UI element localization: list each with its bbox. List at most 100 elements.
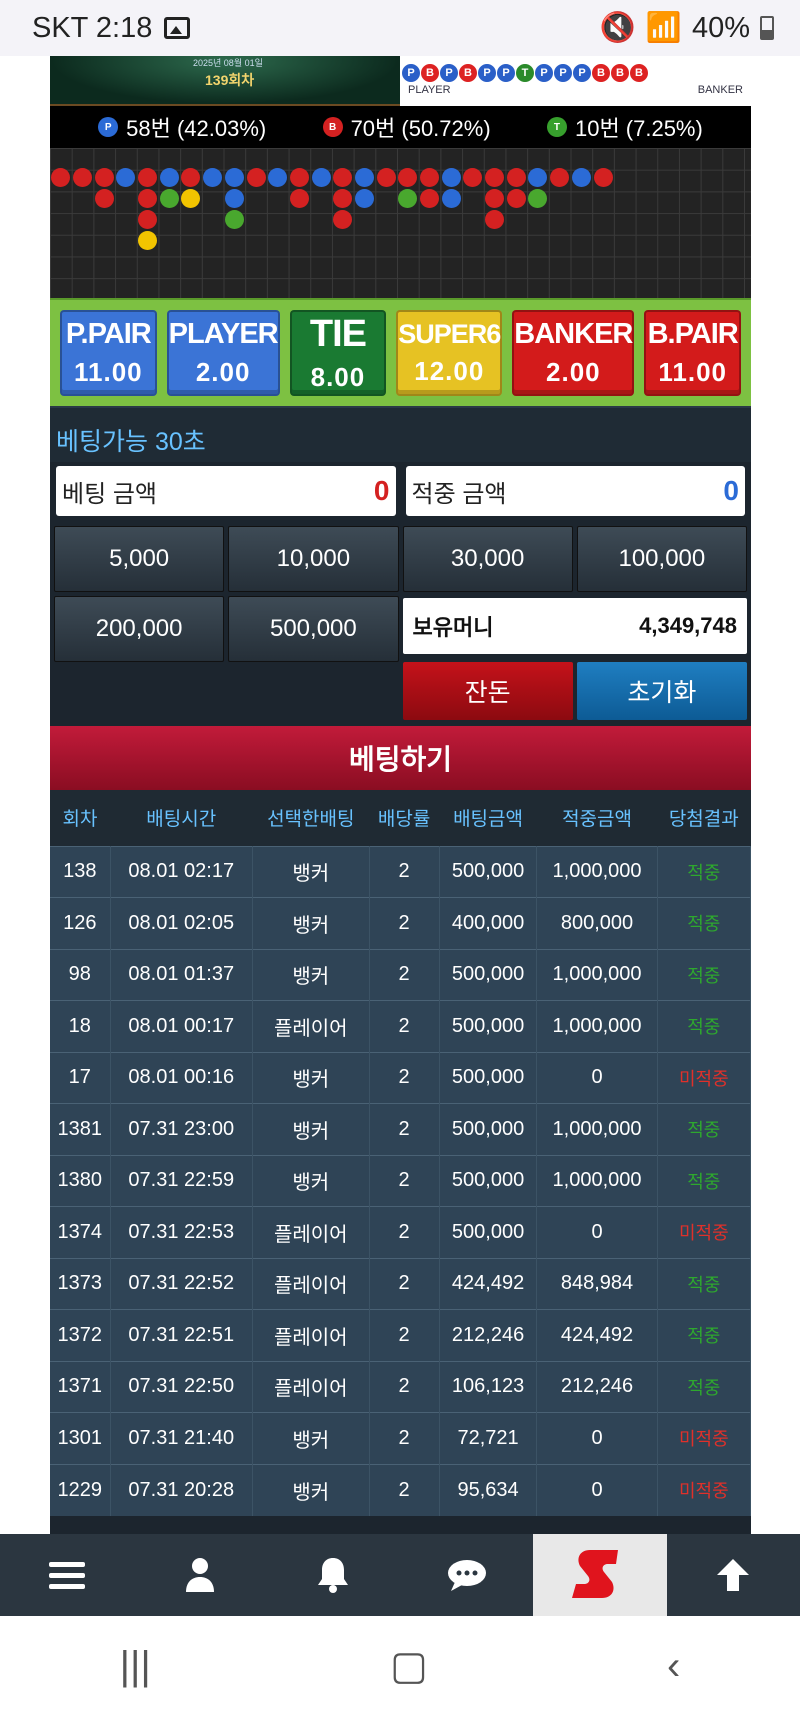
road-mark bbox=[138, 231, 158, 250]
bell-icon[interactable] bbox=[267, 1534, 400, 1616]
chip-10000-button[interactable]: 10,000 bbox=[228, 526, 399, 592]
arrow-up-icon[interactable] bbox=[667, 1534, 800, 1616]
bet-super6-button[interactable]: SUPER6 12.00 bbox=[396, 310, 503, 396]
recent-apps-icon[interactable]: ||| bbox=[120, 1644, 151, 1689]
home-icon[interactable]: ▢ bbox=[390, 1643, 428, 1689]
bead-mark: P bbox=[402, 64, 420, 82]
table-cell: 0 bbox=[536, 1051, 658, 1104]
road-mark bbox=[485, 210, 505, 229]
back-icon[interactable]: ‹ bbox=[667, 1644, 680, 1689]
table-cell: 0 bbox=[536, 1463, 658, 1516]
table-cell: 1372 bbox=[50, 1309, 111, 1361]
chat-icon[interactable] bbox=[400, 1534, 533, 1616]
road-mark bbox=[51, 168, 71, 187]
user-icon[interactable] bbox=[133, 1534, 266, 1616]
chip-100000-button[interactable]: 100,000 bbox=[576, 526, 747, 592]
balance-box: 보유머니 4,349,748 bbox=[402, 598, 747, 654]
table-cell: 95,634 bbox=[439, 1463, 538, 1516]
table-cell: 08.01 00:17 bbox=[110, 1000, 253, 1052]
balance-value: 4,349,748 bbox=[639, 613, 737, 638]
table-row: 98 08.01 01:37 뱅커 2 500,000 1,000,000 적중 bbox=[50, 948, 751, 1001]
table-cell: 500,000 bbox=[439, 1051, 538, 1104]
game-header: 2025년 08월 01일 139회차 PBPBPPTPPPBBB PLAYER… bbox=[50, 56, 751, 106]
road-mark bbox=[94, 189, 114, 208]
table-row: 1371 07.31 22:50 플레이어 2 106,123 212,246 적중 bbox=[50, 1360, 751, 1413]
balance-label: 보유머니 bbox=[412, 615, 494, 640]
road-mark bbox=[268, 168, 288, 187]
road-mark bbox=[441, 168, 461, 187]
result-cell: 미적중 bbox=[657, 1206, 751, 1258]
chip-500000-button[interactable]: 500,000 bbox=[228, 596, 399, 662]
chip-5000-button[interactable]: 5,000 bbox=[54, 526, 225, 592]
table-row: 1301 07.31 21:40 뱅커 2 72,721 0 미적중 bbox=[50, 1412, 751, 1464]
chip-200000-button[interactable]: 200,000 bbox=[54, 596, 225, 662]
road-mark bbox=[333, 168, 353, 187]
table-cell: 2 bbox=[369, 1051, 440, 1104]
road-mark bbox=[73, 168, 93, 187]
status-bar: SKT 2:18 🔇 📶 40% bbox=[0, 0, 800, 56]
bead-mark: T bbox=[516, 64, 534, 82]
reset-button[interactable]: 초기화 bbox=[576, 662, 747, 720]
player-dot-icon: P bbox=[98, 117, 119, 137]
chip-30000-button[interactable]: 30,000 bbox=[402, 526, 573, 592]
table-cell: 98 bbox=[50, 948, 111, 1001]
bet-p-pair-button[interactable]: P.PAIR 11.00 bbox=[60, 310, 157, 396]
road-mark bbox=[203, 168, 223, 187]
table-cell: 2 bbox=[369, 1206, 440, 1258]
bet-timer: 베팅가능 30초 bbox=[50, 406, 751, 462]
bet-amount-field: 베팅 금액 0 bbox=[56, 466, 396, 516]
bet-banker-button[interactable]: BANKER 2.00 bbox=[512, 310, 635, 396]
table-row: 1381 07.31 23:00 뱅커 2 500,000 1,000,000 적중 bbox=[50, 1103, 751, 1155]
column-header: 배팅시간 bbox=[110, 790, 253, 846]
bet-name: PLAYER bbox=[168, 318, 279, 350]
table-cell: 2 bbox=[369, 1463, 440, 1516]
bet-player-button[interactable]: PLAYER 2.00 bbox=[166, 310, 280, 396]
win-amount-field: 적중 금액 0 bbox=[405, 466, 745, 516]
table-cell: 플레이어 bbox=[252, 1309, 370, 1361]
table-cell: 2 bbox=[369, 845, 440, 898]
bet-tie-button[interactable]: TIE 8.00 bbox=[289, 310, 387, 396]
road-mark bbox=[181, 189, 201, 208]
table-cell: 뱅커 bbox=[252, 897, 370, 949]
table-row: 17 08.01 00:16 뱅커 2 500,000 0 미적중 bbox=[50, 1051, 751, 1104]
table-cell: 08.01 00:16 bbox=[110, 1051, 253, 1104]
big-road-grid bbox=[50, 148, 751, 298]
table-cell: 1301 bbox=[50, 1412, 111, 1464]
road-mark bbox=[463, 168, 483, 187]
table-cell: 106,123 bbox=[439, 1360, 538, 1413]
table-cell: 07.31 22:53 bbox=[110, 1206, 253, 1258]
site-logo[interactable] bbox=[533, 1534, 667, 1616]
place-bet-button[interactable]: 베팅하기 bbox=[50, 726, 751, 790]
table-row: 138 08.01 02:17 뱅커 2 500,000 1,000,000 적중 bbox=[50, 845, 751, 898]
table-row: 1229 07.31 20:28 뱅커 2 95,634 0 미적중 bbox=[50, 1463, 751, 1516]
result-cell: 적중 bbox=[657, 845, 751, 898]
column-header: 당첨결과 bbox=[657, 790, 751, 846]
menu-icon[interactable] bbox=[0, 1534, 133, 1616]
bottom-nav bbox=[0, 1534, 800, 1616]
bead-mark: P bbox=[440, 64, 458, 82]
table-cell: 2 bbox=[369, 1154, 440, 1207]
legend-player: PLAYER bbox=[408, 84, 451, 96]
wifi-icon: 📶 bbox=[645, 12, 682, 44]
result-cell: 적중 bbox=[657, 1000, 751, 1052]
table-cell: 08.01 02:05 bbox=[110, 897, 253, 949]
column-header: 배팅금액 bbox=[439, 790, 537, 846]
road-mark bbox=[224, 210, 244, 229]
road-mark bbox=[159, 168, 179, 187]
change-button[interactable]: 잔돈 bbox=[402, 662, 573, 720]
column-header: 적중금액 bbox=[536, 790, 658, 846]
table-cell: 플레이어 bbox=[252, 1257, 370, 1310]
table-cell: 2 bbox=[369, 948, 440, 1001]
column-header: 선택한배팅 bbox=[252, 790, 370, 846]
bet-b-pair-button[interactable]: B.PAIR 11.00 bbox=[644, 310, 741, 396]
road-mark bbox=[528, 189, 548, 208]
legend-banker: BANKER bbox=[697, 84, 743, 96]
bead-mark: P bbox=[573, 64, 591, 82]
road-mark bbox=[485, 168, 505, 187]
road-mark bbox=[571, 168, 591, 187]
road-mark bbox=[181, 168, 201, 187]
bet-odds: 11.00 bbox=[658, 357, 727, 387]
bead-mark: P bbox=[535, 64, 553, 82]
result-cell: 적중 bbox=[657, 1360, 751, 1413]
table-cell: 07.31 22:59 bbox=[110, 1154, 253, 1207]
